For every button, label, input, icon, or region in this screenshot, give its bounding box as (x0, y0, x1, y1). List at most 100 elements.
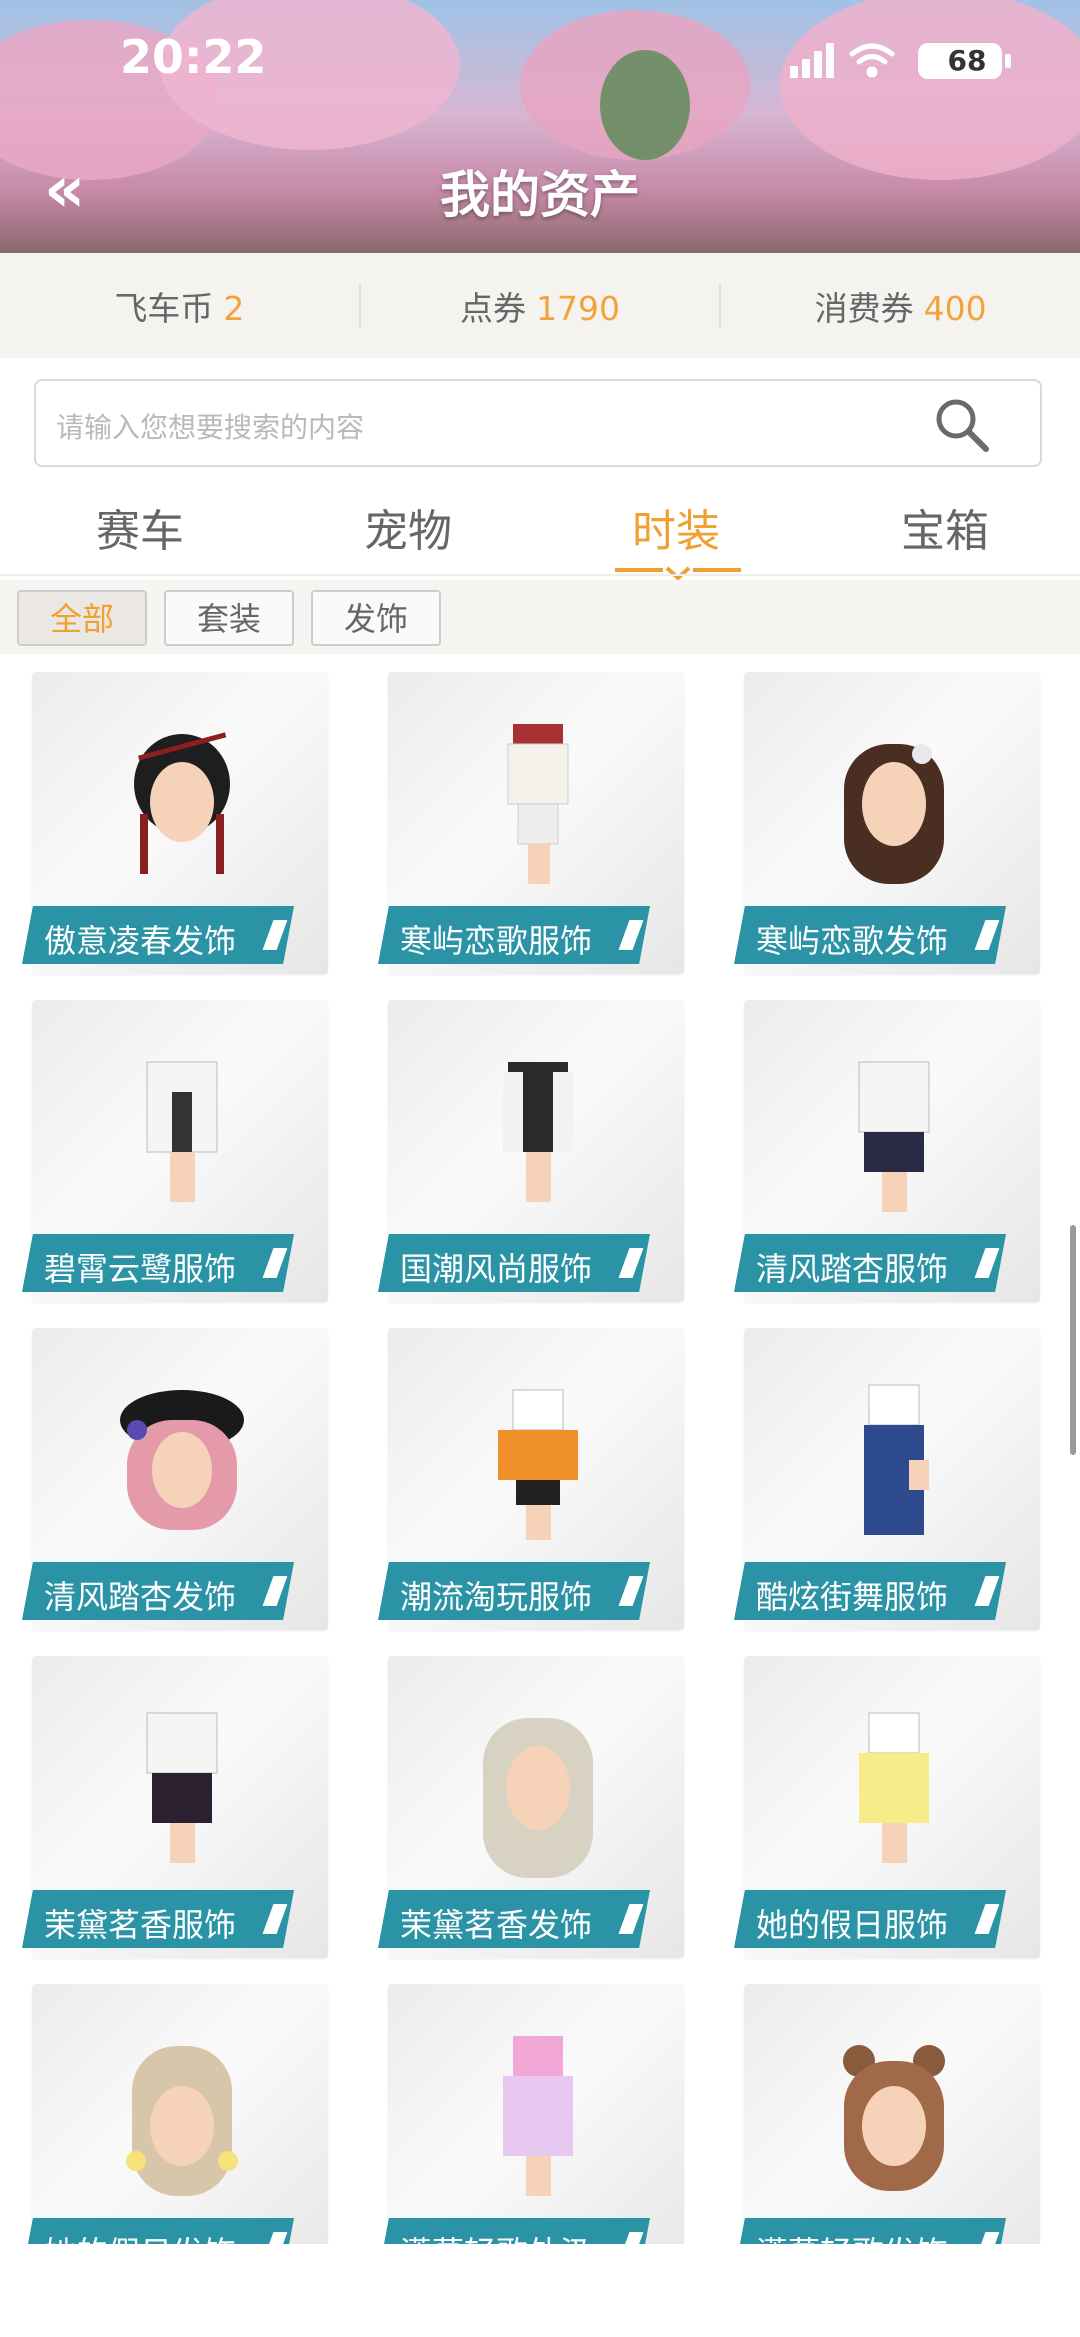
item-label: 潮流淘玩服饰 (378, 1562, 650, 1620)
item-card[interactable]: 潇慕轻歌发饰 (734, 1966, 1040, 2244)
item-card[interactable]: 碧霄云鹭服饰 (22, 982, 328, 1312)
tab-racecar[interactable]: 赛车 (40, 495, 240, 559)
filter-all-chip[interactable]: 全部 (17, 590, 147, 646)
outfit-icon (859, 1712, 929, 1863)
outfit-icon (507, 724, 569, 884)
tab-fashion[interactable]: 时装 (576, 495, 776, 559)
item-label: 寒屿恋歌服饰 (378, 906, 650, 964)
item-label: 清风踏杏发饰 (22, 1562, 294, 1620)
currency-label: 点券 (460, 288, 527, 328)
label-flag-icon (262, 920, 288, 950)
currency-item: 消费券 400 (721, 282, 1080, 330)
outfit-icon (498, 1389, 578, 1540)
label-flag-icon (262, 1576, 288, 1606)
hair-accessory-icon (483, 1718, 593, 1878)
status-time: 20:22 (120, 30, 267, 84)
item-card[interactable]: 酷炫街舞服饰 (734, 1310, 1040, 1640)
item-card[interactable]: 潇慕轻歌外汲 (378, 1966, 684, 2244)
item-label: 碧霄云鹭服饰 (22, 1234, 294, 1292)
item-name: 茉黛茗香服饰 (44, 1906, 237, 1944)
label-flag-icon (262, 2232, 288, 2244)
label-flag-icon (974, 920, 1000, 950)
currency-item: 点券 1790 (361, 282, 720, 330)
item-card[interactable]: 寒屿恋歌发饰 (734, 654, 1040, 984)
item-name: 清风踏杏发饰 (44, 1578, 237, 1616)
hair-accessory-icon (134, 732, 230, 874)
divider (0, 574, 1080, 576)
label-flag-icon (974, 1576, 1000, 1606)
currency-value: 400 (923, 288, 987, 328)
label-flag-icon (974, 1904, 1000, 1934)
label-flag-icon (618, 920, 644, 950)
outfit-icon (503, 1062, 573, 1202)
label-flag-icon (974, 1248, 1000, 1278)
label-flag-icon (262, 1904, 288, 1934)
item-card[interactable]: 潮流淘玩服饰 (378, 1310, 684, 1640)
item-card[interactable]: 国潮风尚服饰 (378, 982, 684, 1312)
item-name: 茉黛茗香发饰 (400, 1906, 593, 1944)
filter-set-chip[interactable]: 套装 (164, 590, 294, 646)
item-name: 寒屿恋歌发饰 (756, 922, 949, 960)
hair-accessory-icon (844, 744, 944, 884)
outfit-icon (146, 1061, 218, 1202)
item-card[interactable]: 她的假日服饰 (734, 1638, 1040, 1968)
item-card[interactable]: 寒屿恋歌服饰 (378, 654, 684, 984)
item-grid: 傲意凌春发饰 寒屿恋歌服饰 寒屿恋歌发饰 碧霄云鹭服饰 国潮风尚服饰 清风踏杏服… (0, 654, 1080, 2244)
currency-label: 消费券 (814, 288, 914, 328)
battery-level: 68 (947, 44, 987, 77)
item-label: 茉黛茗香服饰 (22, 1890, 294, 1948)
item-card[interactable]: 她的假日发饰 (22, 1966, 328, 2244)
category-tabs: 赛车 宠物 时装 宝箱 (0, 470, 1080, 580)
signal-icon (790, 43, 834, 78)
item-card[interactable]: 茉黛茗香服饰 (22, 1638, 328, 1968)
label-flag-icon (618, 2232, 644, 2244)
label-flag-icon (974, 2232, 1000, 2244)
item-label: 潇慕轻歌外汲 (378, 2218, 650, 2244)
hair-accessory-icon (843, 2045, 945, 2191)
search-icon[interactable] (932, 395, 992, 455)
item-label: 茉黛茗香发饰 (378, 1890, 650, 1948)
item-label: 傲意凌春发饰 (22, 906, 294, 964)
item-card[interactable]: 清风踏杏发饰 (22, 1310, 328, 1640)
currency-bar: 飞车币 2 点券 1790 消费券 400 (0, 253, 1080, 358)
label-flag-icon (618, 1576, 644, 1606)
outfit-icon (146, 1712, 218, 1863)
search-input[interactable]: 请输入您想要搜索的内容 (34, 379, 1042, 467)
item-name: 酷炫街舞服饰 (756, 1578, 949, 1616)
item-card[interactable]: 傲意凌春发饰 (22, 654, 328, 984)
hair-accessory-icon (120, 1390, 244, 1530)
item-name: 傲意凌春发饰 (44, 922, 237, 960)
item-name: 她的假日发饰 (44, 2228, 236, 2244)
tab-pet[interactable]: 宠物 (308, 495, 508, 559)
item-name: 潮流淘玩服饰 (400, 1578, 593, 1616)
active-tab-indicator (615, 566, 741, 580)
outfit-icon (864, 1384, 929, 1535)
item-name: 她的假日服饰 (756, 1906, 949, 1944)
item-name: 潇慕轻歌外汲 (400, 2228, 592, 2244)
item-label: 寒屿恋歌发饰 (734, 906, 1006, 964)
item-label: 潇慕轻歌发饰 (734, 2218, 1006, 2244)
item-label: 她的假日服饰 (734, 1890, 1006, 1948)
item-label: 酷炫街舞服饰 (734, 1562, 1006, 1620)
item-label: 清风踏杏服饰 (734, 1234, 1006, 1292)
item-card[interactable]: 茉黛茗香发饰 (378, 1638, 684, 1968)
page-title: 我的资产 (440, 166, 640, 224)
currency-label: 飞车币 (114, 288, 214, 328)
tab-treasure-box[interactable]: 宝箱 (845, 495, 1045, 559)
item-name: 碧霄云鹭服饰 (44, 1250, 237, 1288)
hair-accessory-icon (126, 2046, 238, 2196)
item-name: 寒屿恋歌服饰 (400, 922, 593, 960)
item-label: 她的假日发饰 (22, 2218, 294, 2244)
scrollbar[interactable] (1070, 1225, 1076, 1455)
item-name: 清风踏杏服饰 (756, 1250, 949, 1288)
currency-value: 2 (223, 288, 245, 328)
item-name: 潇慕轻歌发饰 (756, 2228, 948, 2244)
status-bar: 20:22 68 (0, 0, 1080, 120)
label-flag-icon (262, 1248, 288, 1278)
filter-hair-chip[interactable]: 发饰 (311, 590, 441, 646)
item-label: 国潮风尚服饰 (378, 1234, 650, 1292)
currency-item: 飞车币 2 (0, 282, 359, 330)
item-card[interactable]: 清风踏杏服饰 (734, 982, 1040, 1312)
outfit-icon (858, 1061, 930, 1212)
search-placeholder: 请输入您想要搜索的内容 (56, 411, 365, 444)
